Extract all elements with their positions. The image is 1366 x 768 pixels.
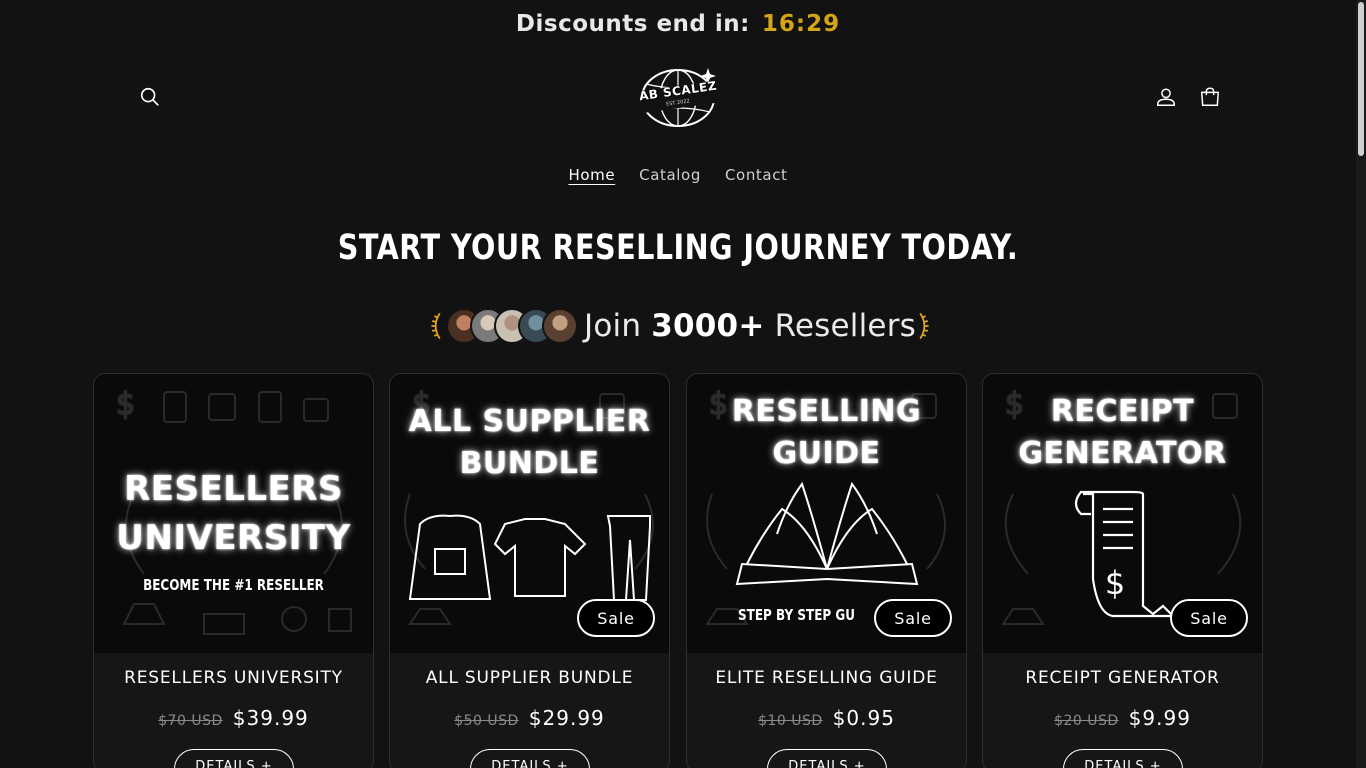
svg-text:$: $	[116, 387, 135, 422]
product-name[interactable]: RESELLERS UNIVERSITY	[94, 668, 373, 688]
sale-badge: Sale	[874, 599, 952, 637]
product-card[interactable]: $ ALL SUPPLIER BUNDLE Sale ALL SUPPLIER …	[389, 373, 670, 768]
image-title-line-2: GUIDE	[772, 436, 881, 471]
avatar	[542, 308, 578, 344]
account-icon[interactable]	[1151, 82, 1181, 112]
sale-badge: Sale	[1170, 599, 1248, 637]
hero-title: START YOUR RESELLING JOURNEY TODAY.	[337, 228, 1019, 268]
scrollbar-thumb[interactable]	[1358, 2, 1364, 156]
site-logo[interactable]: AB SCALEZ EST 2022	[636, 64, 720, 130]
page-scrollbar[interactable]	[1356, 0, 1366, 768]
join-count: 3000+	[651, 308, 765, 344]
product-image[interactable]: $ RESELLING GUIDE STEP BY STEP GU Sale	[687, 374, 966, 653]
original-price: $70 USD	[158, 713, 223, 729]
join-prefix: Join	[584, 308, 642, 344]
image-title-line-1: RESELLERS	[124, 469, 343, 509]
original-price: $20 USD	[1054, 713, 1119, 729]
nav-item-catalog[interactable]: Catalog	[639, 166, 701, 184]
laurel-left-icon	[431, 312, 441, 340]
product-name[interactable]: RECEIPT GENERATOR	[983, 668, 1262, 688]
image-title-line-1: ALL SUPPLIER	[408, 404, 651, 439]
nav-item-home[interactable]: Home	[568, 166, 615, 184]
image-title-line-2: UNIVERSITY	[116, 518, 351, 558]
price-row: $10 USD $0.95	[687, 706, 966, 730]
original-price: $10 USD	[758, 713, 823, 729]
product-card[interactable]: $ RESELLING GUIDE STEP BY STEP GU Sale E…	[686, 373, 967, 768]
product-image[interactable]: $ $ RECEIPT GENERATOR Sale	[983, 374, 1262, 653]
social-proof: Join 3000+ Resellers	[430, 304, 930, 348]
price-row: $70 USD $39.99	[94, 706, 373, 730]
price-row: $20 USD $9.99	[983, 706, 1262, 730]
svg-text:$: $	[1105, 564, 1125, 602]
details-button[interactable]: DETAILS +	[174, 749, 294, 768]
product-image[interactable]: $ ALL SUPPLIER BUNDLE Sale	[390, 374, 669, 653]
join-suffix: Resellers	[774, 308, 916, 344]
announcement-label: Discounts end in:	[515, 11, 750, 37]
sale-price: $9.99	[1128, 706, 1191, 730]
sale-badge: Sale	[577, 599, 655, 637]
details-button[interactable]: DETAILS +	[767, 749, 887, 768]
search-icon[interactable]	[135, 82, 165, 112]
details-button[interactable]: DETAILS +	[1063, 749, 1183, 768]
image-title-line-2: BUNDLE	[459, 446, 600, 481]
product-card[interactable]: $ RESELLERS UNIVERSITY BECOME THE #1 RES…	[93, 373, 374, 768]
original-price: $50 USD	[454, 713, 519, 729]
product-image[interactable]: $ RESELLERS UNIVERSITY BECOME THE #1 RES…	[94, 374, 373, 653]
price-row: $50 USD $29.99	[390, 706, 669, 730]
avatar-group	[446, 308, 578, 344]
sale-price: $0.95	[832, 706, 895, 730]
product-name[interactable]: ELITE RESELLING GUIDE	[687, 668, 966, 688]
details-button[interactable]: DETAILS +	[470, 749, 590, 768]
join-text: Join 3000+ Resellers	[584, 308, 916, 344]
announcement-bar: Discounts end in: 16:29	[0, 0, 1356, 48]
image-title-line-1: RECEIPT	[1050, 394, 1195, 429]
product-name[interactable]: ALL SUPPLIER BUNDLE	[390, 668, 669, 688]
product-card[interactable]: $ $ RECEIPT GENERATOR Sale RECEIPT GENER…	[982, 373, 1263, 768]
image-title-line-1: RESELLING	[731, 394, 922, 429]
sale-price: $29.99	[528, 706, 605, 730]
countdown-timer: 16:29	[761, 11, 841, 37]
laurel-right-icon	[919, 312, 929, 340]
sale-price: $39.99	[232, 706, 309, 730]
cart-icon[interactable]	[1195, 82, 1225, 112]
main-nav: Home Catalog Contact	[0, 166, 1356, 184]
image-title-line-2: GENERATOR	[1018, 436, 1227, 471]
nav-item-contact[interactable]: Contact	[725, 166, 788, 184]
image-subtitle: BECOME THE #1 RESELLER	[143, 576, 324, 594]
